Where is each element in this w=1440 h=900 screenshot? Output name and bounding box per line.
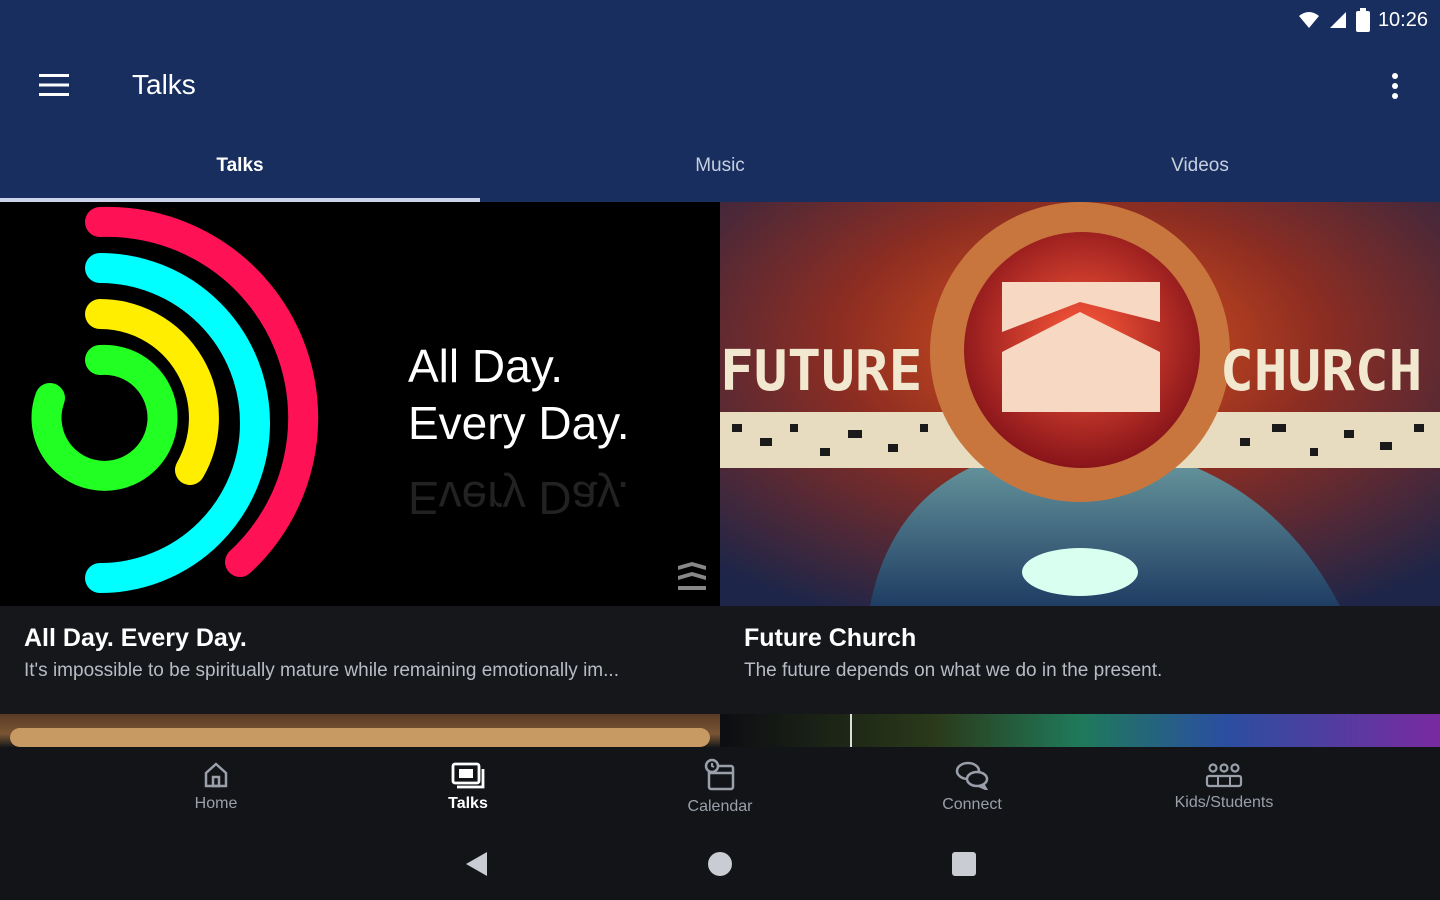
- menu-button[interactable]: [0, 40, 108, 130]
- talk-description: The future depends on what we do in the …: [744, 660, 1163, 681]
- status-bar: 10:26: [0, 0, 1440, 40]
- activity-rings-artwork: All Day. Every Day. Every Day.: [31, 206, 706, 593]
- status-time: 10:26: [1377, 8, 1428, 31]
- nav-talks[interactable]: Talks: [342, 747, 594, 827]
- nav-connect[interactable]: Connect: [846, 747, 1098, 827]
- talk-title: Future Church: [744, 624, 917, 652]
- tab-label: Videos: [1171, 155, 1229, 176]
- calendar-icon: [704, 758, 735, 791]
- tab-talks[interactable]: Talks: [0, 130, 480, 202]
- talk-title: All Day. Every Day.: [24, 624, 247, 652]
- artwork-word-right: CHURCH: [1220, 339, 1422, 404]
- back-triangle-icon: [466, 852, 487, 876]
- talk-card-peek[interactable]: [0, 714, 720, 747]
- battery-icon: [1355, 8, 1370, 32]
- tab-bar: Talks Music Videos: [0, 130, 1440, 202]
- home-icon: [204, 762, 228, 788]
- church-logo-icon: [678, 562, 706, 590]
- talks-grid: All Day. Every Day. Every Day. All Day. …: [0, 202, 1440, 747]
- home-system-button[interactable]: [703, 847, 737, 881]
- nav-label: Connect: [942, 796, 1002, 813]
- talk-card-peek[interactable]: [720, 714, 1440, 747]
- recents-button[interactable]: [947, 847, 981, 881]
- nav-label: Talks: [448, 795, 488, 812]
- artwork-line-2: Every Day.: [408, 397, 630, 449]
- nav-home[interactable]: Home: [90, 747, 342, 827]
- recents-square-icon: [952, 852, 976, 876]
- artwork-reflection: Every Day.: [408, 472, 630, 524]
- tab-music[interactable]: Music: [480, 130, 960, 202]
- kids-icon: [1205, 763, 1243, 788]
- tab-videos[interactable]: Videos: [960, 130, 1440, 202]
- overflow-menu-button[interactable]: [1380, 66, 1410, 106]
- page-title: Talks: [132, 69, 196, 100]
- talk-description: It's impossible to be spiritually mature…: [24, 660, 619, 681]
- peek-artwork: [850, 714, 852, 747]
- nav-calendar[interactable]: Calendar: [594, 747, 846, 827]
- nav-label: Kids/Students: [1174, 794, 1274, 811]
- tab-label: Talks: [216, 155, 264, 176]
- screen: 10:26 Talks Talks Music Videos All Day. …: [0, 0, 1440, 900]
- talk-thumbnail: FUTURE CHURCH: [720, 202, 1440, 606]
- nav-label: Home: [194, 795, 238, 812]
- connect-icon: [955, 761, 989, 790]
- talk-card-all-day[interactable]: All Day. Every Day. Every Day. All Day. …: [0, 202, 720, 714]
- artwork-word-left: FUTURE: [720, 339, 922, 404]
- app-bar: Talks: [0, 40, 1440, 130]
- system-navigation-bar: [0, 827, 1440, 900]
- cell-signal-icon: [1329, 12, 1346, 28]
- talk-thumbnail: All Day. Every Day. Every Day.: [0, 202, 720, 606]
- hamburger-icon: [39, 74, 69, 96]
- home-circle-icon: [708, 852, 732, 876]
- talk-card-future-church[interactable]: FUTURE CHURCH Future Church The future d…: [720, 202, 1440, 714]
- artwork-line-1: All Day.: [408, 340, 563, 392]
- talks-icon: [451, 762, 485, 789]
- back-button[interactable]: [459, 847, 493, 881]
- nav-kids-students[interactable]: Kids/Students: [1098, 747, 1350, 827]
- bottom-navigation: Home Talks Calendar Connect Kids/Student…: [0, 747, 1440, 827]
- wifi-icon: [1298, 12, 1319, 28]
- more-vert-icon: [1392, 73, 1398, 99]
- tab-label: Music: [695, 155, 745, 176]
- astronaut-artwork: FUTURE CHURCH: [720, 202, 1440, 606]
- peek-artwork: [10, 728, 710, 747]
- nav-label: Calendar: [687, 798, 753, 815]
